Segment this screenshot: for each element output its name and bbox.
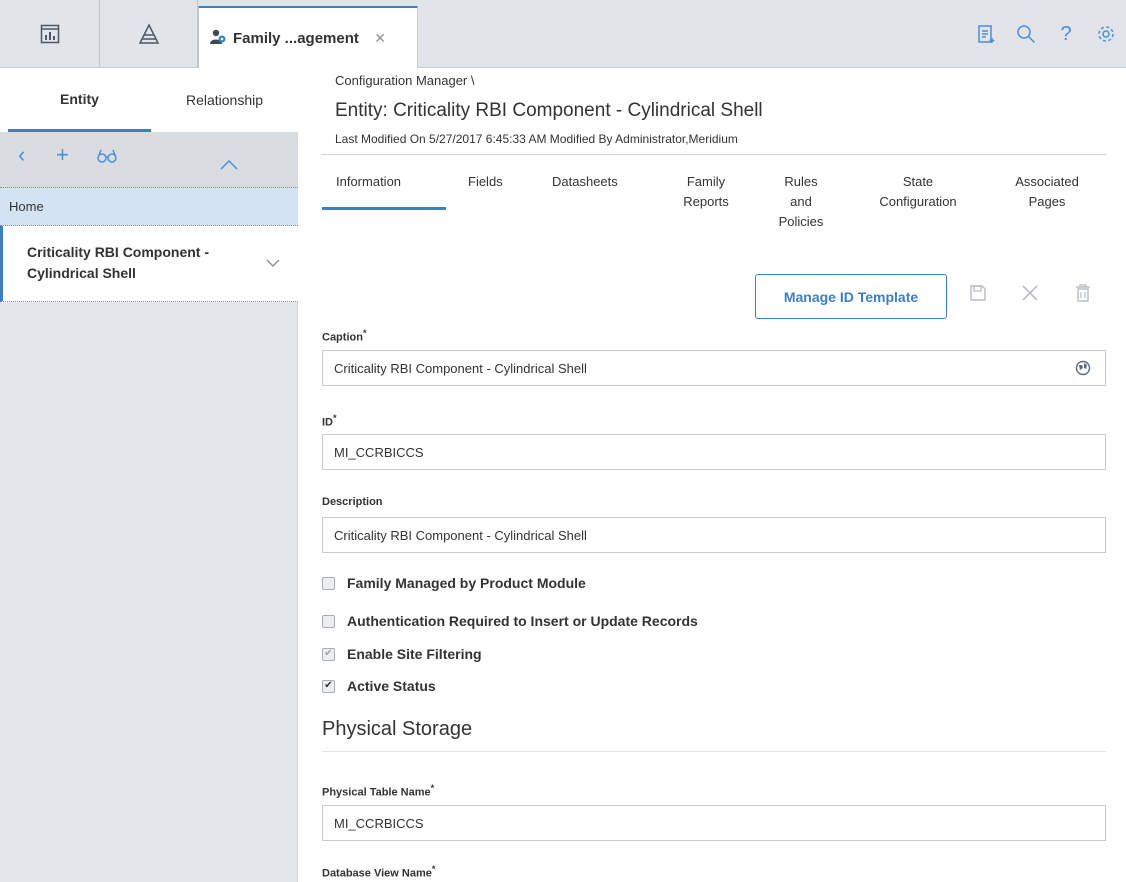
caption-field[interactable]: Criticality RBI Component - Cylindrical …: [322, 350, 1106, 386]
delete-icon[interactable]: [1075, 284, 1091, 305]
globe-icon[interactable]: [1075, 360, 1091, 379]
checkbox-label: Authentication Required to Insert or Upd…: [347, 613, 698, 629]
tab-state-configuration[interactable]: State Configuration: [868, 172, 968, 212]
physical-table-label: Physical Table Name*: [322, 783, 435, 799]
dashboard-tab[interactable]: [0, 0, 100, 68]
checkbox[interactable]: [322, 576, 335, 590]
breadcrumb[interactable]: Configuration Manager \: [335, 73, 474, 88]
description-field[interactable]: Criticality RBI Component - Cylindrical …: [322, 517, 1106, 553]
family-management-icon: [209, 28, 227, 49]
tab-family-reports[interactable]: Family Reports: [678, 172, 734, 212]
header-divider: [321, 154, 1106, 155]
pyramid-tab[interactable]: [100, 0, 198, 68]
id-value: MI_CCRBICCS: [334, 444, 424, 460]
tab-associated-pages[interactable]: Associated Pages: [1004, 172, 1090, 212]
add-icon[interactable]: +: [56, 144, 69, 166]
last-modified-text: Last Modified On 5/27/2017 6:45:33 AM Mo…: [335, 132, 738, 146]
caption-label: Caption*: [322, 328, 367, 344]
chevron-down-icon[interactable]: [266, 252, 280, 273]
binoculars-icon[interactable]: [97, 148, 117, 168]
checkbox[interactable]: [322, 614, 335, 628]
checkbox-active-status[interactable]: ✔ Active Status: [322, 678, 436, 694]
section-heading-physical-storage: Physical Storage: [322, 718, 473, 740]
manage-id-template-button[interactable]: Manage ID Template: [755, 274, 947, 319]
checkbox-checked[interactable]: ✔: [322, 679, 335, 693]
settings-icon[interactable]: [1086, 14, 1126, 54]
section-divider: [322, 751, 1106, 752]
tab-title: Family ...agement: [233, 30, 359, 47]
chevron-up-icon[interactable]: [220, 154, 238, 174]
notepad-icon[interactable]: [966, 14, 1006, 54]
caption-value: Criticality RBI Component - Cylindrical …: [334, 360, 587, 376]
checkbox-enable-site-filtering: ✔ Enable Site Filtering: [322, 646, 482, 662]
checkbox-label: Enable Site Filtering: [347, 646, 482, 662]
description-value: Criticality RBI Component - Cylindrical …: [334, 527, 587, 543]
tab-datasheets[interactable]: Datasheets: [552, 172, 618, 192]
sidebar-tabs: Entity Relationship: [0, 68, 298, 132]
id-field[interactable]: MI_CCRBICCS: [322, 434, 1106, 470]
tab-relationship[interactable]: Relationship: [151, 68, 298, 132]
checkbox-label: Active Status: [347, 678, 436, 694]
help-icon[interactable]: ?: [1046, 14, 1086, 54]
save-icon[interactable]: [969, 284, 987, 305]
tab-rules-and-policies[interactable]: Rules and Policies: [772, 172, 830, 232]
checkbox-label: Family Managed by Product Module: [347, 575, 586, 591]
page-title: Entity: Criticality RBI Component - Cyli…: [335, 100, 763, 121]
tab-fields[interactable]: Fields: [468, 172, 503, 192]
sidebar-item-selected-family[interactable]: Criticality RBI Component - Cylindrical …: [0, 226, 298, 302]
dashboard-icon: [40, 24, 60, 44]
database-view-label: Database View Name*: [322, 864, 436, 880]
tab-entity[interactable]: Entity: [8, 68, 151, 132]
cancel-icon[interactable]: [1021, 284, 1039, 305]
sidebar-item-label: Criticality RBI Component - Cylindrical …: [27, 244, 210, 281]
description-label: Description: [322, 496, 383, 508]
id-label: ID*: [322, 413, 337, 429]
physical-table-field[interactable]: MI_CCRBICCS: [322, 805, 1106, 841]
checkbox-family-managed[interactable]: Family Managed by Product Module: [322, 575, 586, 591]
search-icon[interactable]: [1006, 14, 1046, 54]
top-tab-bar: Family ...agement × ?: [0, 0, 1126, 69]
checkbox-checked-disabled: ✔: [322, 647, 335, 661]
sidebar: Entity Relationship ‹ + Home Criticality…: [0, 68, 298, 882]
checkbox-authentication-required[interactable]: Authentication Required to Insert or Upd…: [322, 613, 698, 629]
sidebar-toolbar: ‹ +: [0, 132, 298, 188]
tab-information[interactable]: Information: [336, 172, 401, 192]
back-icon[interactable]: ‹: [18, 144, 25, 166]
sidebar-item-home[interactable]: Home: [0, 188, 298, 226]
close-icon[interactable]: ×: [375, 28, 386, 49]
pyramid-icon: [138, 23, 160, 45]
tab-family-management[interactable]: Family ...agement ×: [198, 6, 418, 69]
physical-table-value: MI_CCRBICCS: [334, 815, 424, 831]
main-content: Configuration Manager \ Entity: Critical…: [298, 68, 1126, 882]
active-tab-indicator: [322, 207, 446, 210]
